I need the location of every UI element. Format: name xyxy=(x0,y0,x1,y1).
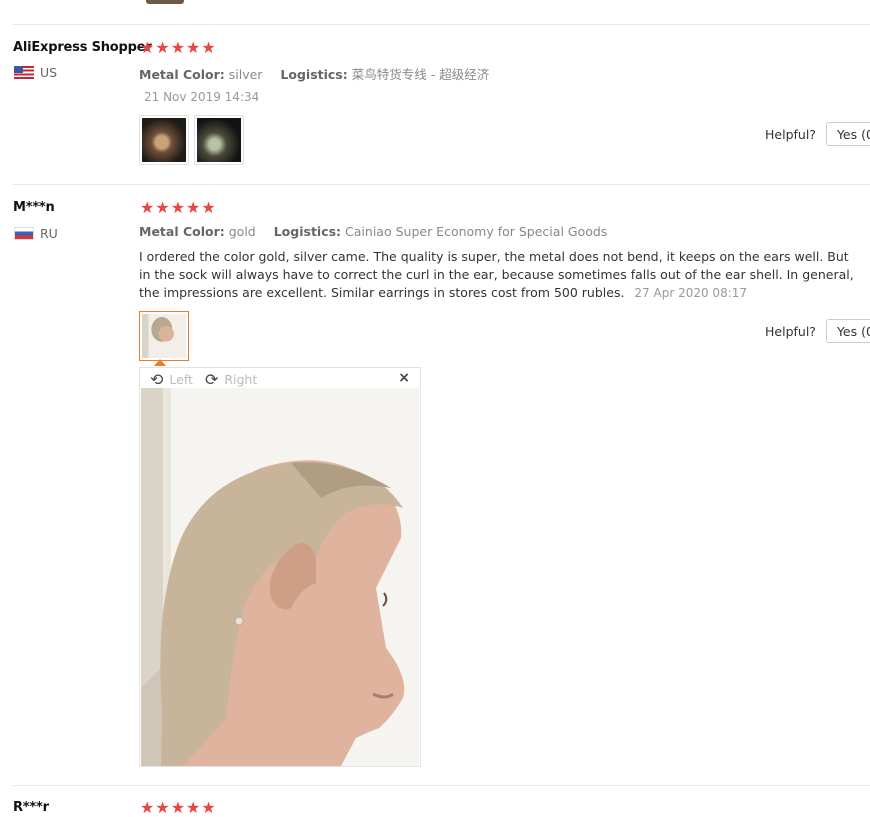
separator xyxy=(12,184,870,185)
helpful-yes-button[interactable]: Yes (0) xyxy=(825,122,870,146)
helpful-label: Helpful? xyxy=(765,126,816,142)
reviewer-name: AliExpress Shopper xyxy=(13,40,152,55)
rotate-right-label: Right xyxy=(224,372,258,387)
image-viewer: ⟲ Left ⟳ Right × xyxy=(139,367,421,767)
ru-flag-icon xyxy=(14,227,34,240)
reviewer-country: RU xyxy=(14,226,58,241)
review-photo-thumb[interactable] xyxy=(194,115,244,165)
review-text: I ordered the color gold, silver came. T… xyxy=(139,248,859,302)
rotate-left-label: Left xyxy=(169,372,193,387)
previous-review-thumb-remnant[interactable] xyxy=(146,0,184,4)
rotate-left-button[interactable]: ⟲ Left xyxy=(150,370,193,389)
helpful-vote: Helpful? Yes (0) xyxy=(765,319,870,343)
review-photo-thumb[interactable] xyxy=(139,115,189,165)
star-icon: ★ xyxy=(170,198,186,217)
rating-stars: ★ ★ ★ ★ ★ xyxy=(140,800,216,816)
review-date: 27 Apr 2020 08:17 xyxy=(634,286,748,300)
separator xyxy=(12,785,870,786)
metal-color-label: Metal Color: xyxy=(139,224,225,239)
logistics-label: Logistics: xyxy=(280,67,348,82)
country-code: RU xyxy=(40,226,58,241)
star-icon: ★ xyxy=(201,798,216,817)
star-icon: ★ xyxy=(186,798,201,817)
portrait-photo xyxy=(141,388,419,766)
close-icon[interactable]: × xyxy=(398,370,410,386)
review-photo xyxy=(142,314,186,358)
star-icon: ★ xyxy=(140,198,155,217)
review-attributes: Metal Color: gold Logistics: Cainiao Sup… xyxy=(139,224,607,239)
metal-color-value: silver xyxy=(228,67,263,82)
thumb-selection-pointer xyxy=(154,359,166,366)
star-icon: ★ xyxy=(155,798,170,817)
rating-stars: ★ ★ ★ ★ ★ xyxy=(140,40,216,56)
separator xyxy=(12,24,870,25)
rotate-right-icon: ⟳ xyxy=(204,370,219,389)
logistics-value: 菜鸟特货专线 - 超级经济 xyxy=(351,67,490,82)
review-attributes: Metal Color: silver Logistics: 菜鸟特货专线 - … xyxy=(139,64,489,83)
review-photo xyxy=(142,118,186,162)
rotate-left-icon: ⟲ xyxy=(150,370,164,389)
helpful-vote: Helpful? Yes (0) xyxy=(765,122,870,146)
star-icon: ★ xyxy=(170,38,186,57)
reviewer-name: M***n xyxy=(13,200,55,215)
us-flag-icon xyxy=(14,66,34,79)
review-photo-thumb-selected[interactable] xyxy=(139,311,189,361)
star-icon: ★ xyxy=(186,198,201,217)
rating-stars: ★ ★ ★ ★ ★ xyxy=(140,200,216,216)
helpful-label: Helpful? xyxy=(765,323,816,339)
star-icon: ★ xyxy=(170,798,186,817)
metal-color-label: Metal Color: xyxy=(139,67,225,82)
helpful-yes-button[interactable]: Yes (0) xyxy=(825,319,870,343)
star-icon: ★ xyxy=(201,38,216,57)
star-icon: ★ xyxy=(155,38,170,57)
logistics-value: Cainiao Super Economy for Special Goods xyxy=(345,224,608,239)
review-date: 21 Nov 2019 14:34 xyxy=(144,90,260,104)
star-icon: ★ xyxy=(140,798,155,817)
star-icon: ★ xyxy=(186,38,201,57)
review-photo-large xyxy=(141,388,419,766)
star-icon: ★ xyxy=(155,198,170,217)
rotate-right-button[interactable]: ⟳ Right xyxy=(205,370,257,389)
review-photo xyxy=(197,118,241,162)
reviewer-country: US xyxy=(14,65,57,80)
metal-color-value: gold xyxy=(228,224,256,239)
viewer-toolbar: ⟲ Left ⟳ Right xyxy=(150,370,257,389)
star-icon: ★ xyxy=(201,198,216,217)
country-code: US xyxy=(40,65,58,80)
logistics-label: Logistics: xyxy=(273,224,342,239)
star-icon: ★ xyxy=(140,38,155,57)
